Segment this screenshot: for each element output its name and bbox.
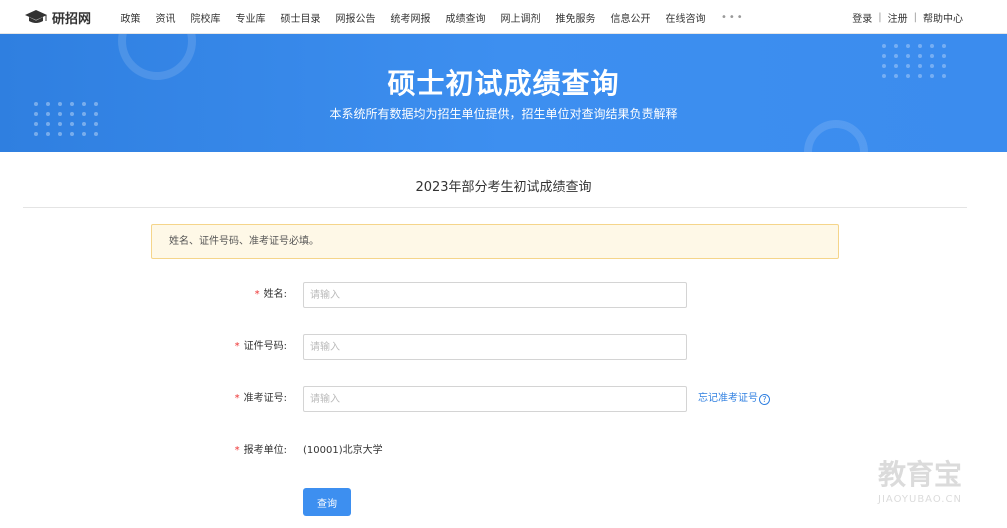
name-label: * 姓名: — [255, 282, 287, 308]
main-nav: 政策 资讯 院校库 专业库 硕士目录 网报公告 统考网报 成绩查询 网上调剂 推免服务 信息公开 在线… — [113, 0, 753, 34]
required-mark: * — [234, 393, 240, 404]
forgot-ticket-number-link[interactable]: 忘记准考证号? — [698, 386, 770, 412]
ticket-number-label-text: 准考证号: — [243, 393, 287, 404]
required-mark: * — [234, 341, 240, 352]
watermark-url: JIAOYUBAO.CN — [877, 494, 962, 505]
nav-item[interactable]: 成绩查询 — [438, 10, 493, 25]
register-link[interactable]: 注册 — [888, 10, 908, 25]
nav-item[interactable]: 在线咨询 — [658, 10, 713, 25]
nav-separator: | — [878, 11, 882, 23]
nav-item[interactable]: 网上调剂 — [493, 10, 548, 25]
banner-subtitle: 本系统所有数据均为招生单位提供，招生单位对查询结果负责解释 — [329, 107, 678, 121]
nav-item[interactable]: 院校库 — [183, 10, 228, 25]
school-label: * 报考单位: — [235, 438, 287, 464]
name-input[interactable] — [303, 282, 687, 308]
nav-item[interactable]: 硕士目录 — [273, 10, 328, 25]
required-mark: * — [254, 289, 260, 300]
form-row-school: * 报考单位: (10001)北京大学 — [0, 438, 1007, 464]
watermark-text: 教育宝 — [878, 458, 962, 491]
decorative-circle — [804, 120, 868, 152]
nav-item[interactable]: 政策 — [113, 10, 148, 25]
nav-item[interactable]: 专业库 — [228, 10, 273, 25]
login-link[interactable]: 登录 — [852, 10, 872, 25]
id-number-label: * 证件号码: — [235, 334, 287, 360]
id-number-label-text: 证件号码: — [243, 341, 287, 352]
nav-item[interactable]: 资讯 — [148, 10, 183, 25]
required-fields-notice: 姓名、证件号码、准考证号必填。 — [151, 224, 839, 259]
logo-text: 研招网 — [52, 11, 92, 27]
required-mark: * — [234, 445, 240, 456]
school-label-text: 报考单位: — [243, 445, 287, 456]
account-links: 登录 | 注册 | 帮助中心 — [852, 0, 963, 34]
form-row-name: * 姓名: — [0, 282, 1007, 308]
page-heading: 2023年部分考生初试成绩查询 — [415, 180, 592, 195]
help-center-link[interactable]: 帮助中心 — [923, 10, 963, 25]
watermark-logo: 教育宝 JIAOYUBAO.CN — [876, 452, 988, 512]
watermark-graphic: 教育宝 JIAOYUBAO.CN — [877, 458, 962, 505]
heading-divider — [23, 207, 967, 208]
nav-item[interactable]: 网报公告 — [328, 10, 383, 25]
top-navigation-bar: 研招网 政策 资讯 院校库 专业库 硕士目录 网报公告 统考网报 成绩查询 网上调剂 推免服务 信息… — [0, 0, 1007, 34]
school-value: (10001)北京大学 — [303, 445, 383, 456]
nav-separator: | — [913, 11, 917, 23]
site-logo[interactable]: 研招网 — [24, 8, 92, 27]
nav-item[interactable]: 推免服务 — [548, 10, 603, 25]
ticket-number-input[interactable] — [303, 386, 687, 412]
ticket-number-label: * 准考证号: — [235, 386, 287, 412]
help-circle-icon[interactable]: ? — [759, 393, 770, 405]
form-row-ticket-number: *准考证号: 忘记准考证号? — [0, 386, 1007, 412]
id-number-input[interactable] — [303, 334, 687, 360]
form-row-id-number: * 证件号码: — [0, 334, 1007, 360]
name-label-text: 姓名: — [263, 289, 287, 300]
query-button[interactable]: 查询 — [303, 488, 351, 516]
forgot-ticket-number-text: 忘记准考证号 — [698, 393, 758, 404]
graduation-cap-icon — [25, 10, 47, 23]
banner-title: 硕士初试成绩查询 — [387, 67, 620, 100]
page-banner: 硕士初试成绩查询 本系统所有数据均为招生单位提供，招生单位对查询结果负责解释 — [0, 34, 1007, 152]
nav-item[interactable]: 统考网报 — [383, 10, 438, 25]
more-menu-icon[interactable]: ••• — [713, 12, 753, 23]
nav-item[interactable]: 信息公开 — [603, 10, 658, 25]
